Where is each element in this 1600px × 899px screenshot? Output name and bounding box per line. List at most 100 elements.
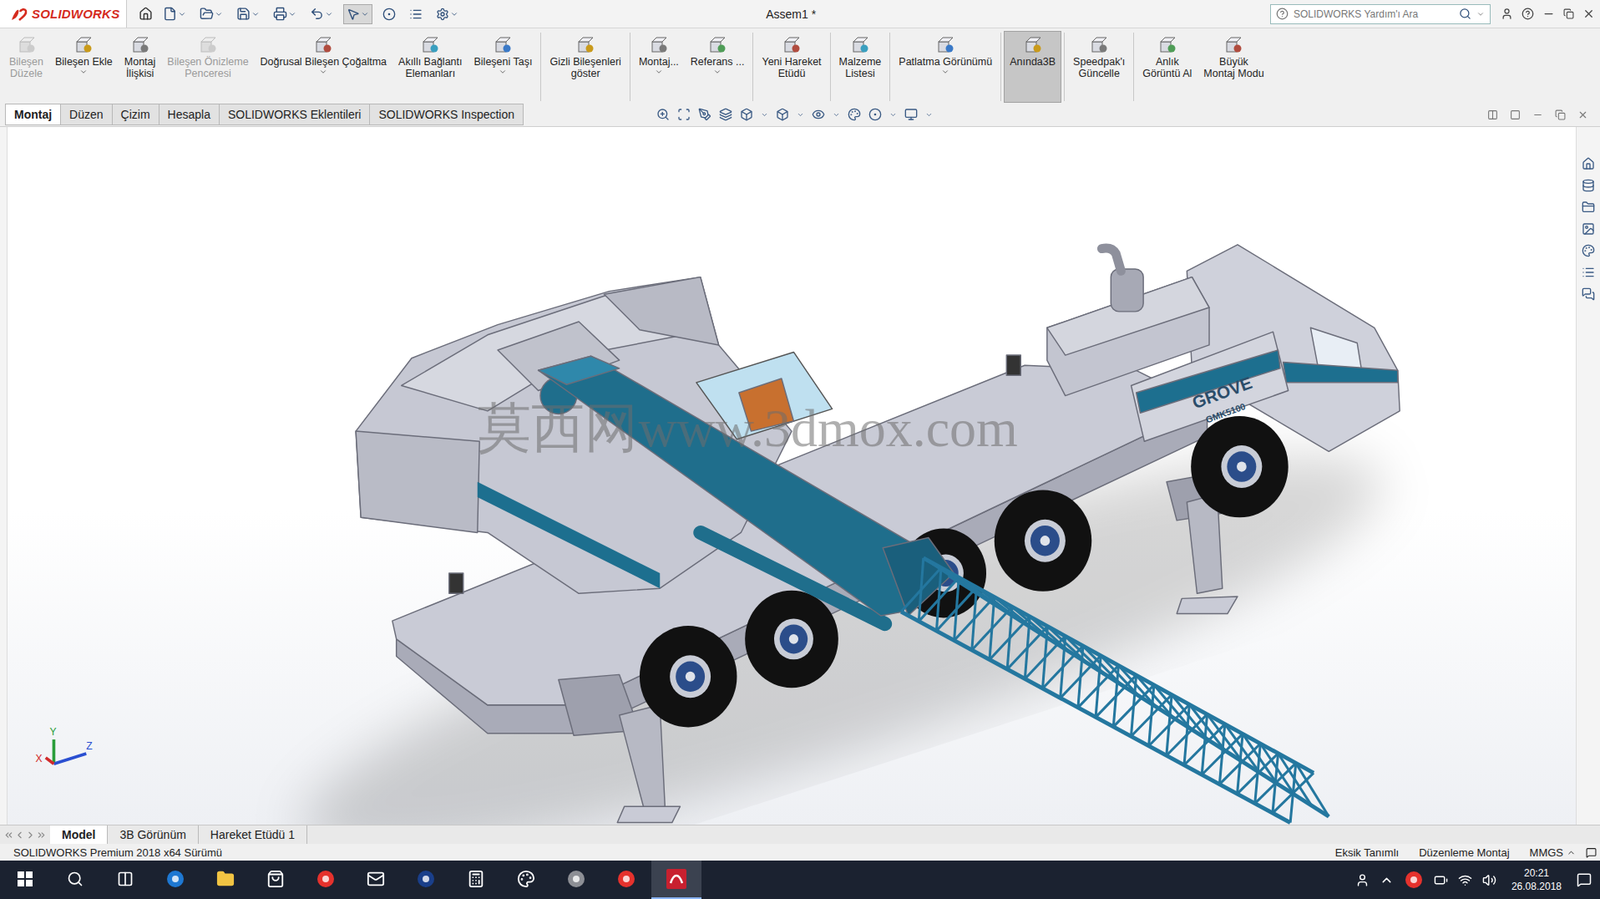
dropdown-icon[interactable] — [498, 67, 507, 76]
units-menu-icon[interactable] — [1566, 847, 1576, 857]
ribbon-button[interactable]: Patlatma Görünümü — [892, 30, 998, 103]
edge-button[interactable] — [150, 860, 201, 899]
solidworks-button[interactable] — [651, 860, 702, 899]
solidworks-task-icon[interactable] — [665, 867, 688, 890]
yandex-icon[interactable] — [315, 868, 336, 889]
scene-icon[interactable] — [868, 107, 882, 122]
windows-start-icon[interactable] — [17, 870, 33, 887]
ribbon-button[interactable]: Referans ... — [684, 30, 751, 103]
volume-icon[interactable] — [1482, 872, 1497, 887]
mail-icon[interactable] — [366, 869, 385, 888]
media-button[interactable] — [551, 860, 602, 899]
bottom-tab[interactable]: Hareket Etüdü 1 — [198, 825, 308, 844]
home-icon[interactable] — [138, 6, 153, 21]
dropdown-icon[interactable] — [177, 10, 187, 19]
options-button[interactable] — [432, 4, 462, 25]
task-view-icon[interactable] — [116, 870, 134, 887]
3d-viewport[interactable]: GROVEGMK5100XYZ莫西网www.3dmox.com — [7, 126, 1576, 825]
media-icon[interactable] — [566, 868, 587, 889]
resources-icon[interactable] — [1581, 156, 1595, 171]
printer-icon[interactable] — [273, 6, 288, 21]
print-button[interactable] — [269, 3, 300, 25]
ribbon-button[interactable]: Akıllı BağlantıElemanları — [392, 30, 468, 103]
appearances-icon[interactable] — [1581, 243, 1595, 258]
dropdown-icon[interactable] — [214, 10, 223, 19]
dropdown-icon[interactable] — [360, 10, 370, 19]
ribbon-button[interactable]: Doğrusal Bileşen Çoğaltma — [254, 30, 393, 103]
forum-icon[interactable] — [1581, 287, 1595, 301]
ribbon-button[interactable]: Bileşeni Taşı — [468, 30, 539, 103]
status-item[interactable]: Düzenleme Montaj — [1408, 845, 1519, 859]
undo-button[interactable] — [306, 3, 337, 25]
clock[interactable]: 20:2126.08.2018 — [1506, 865, 1567, 893]
view-settings-icon[interactable] — [904, 107, 918, 122]
ribbon-button[interactable]: Gizli Bileşenlerigöster — [543, 30, 627, 103]
first-tab-icon[interactable] — [3, 829, 15, 841]
custom-properties-icon[interactable] — [1581, 265, 1595, 279]
help-search[interactable]: SOLIDWORKS Yardım'ı Ara — [1270, 4, 1491, 25]
dropdown-icon[interactable] — [925, 111, 933, 119]
ribbon-button[interactable]: Speedpak'ıGüncelle — [1067, 30, 1131, 103]
dropdown-icon[interactable] — [760, 111, 769, 119]
dropdown-icon[interactable] — [79, 67, 88, 76]
dropdown-icon[interactable] — [832, 111, 841, 119]
bottom-tab[interactable]: 3B Görünüm — [107, 825, 198, 844]
ribbon-button[interactable]: Bileşen ÖnizlemePenceresi — [161, 30, 254, 103]
dropdown-icon[interactable] — [251, 10, 260, 19]
ribbon-button[interactable]: Montajİlişkisi — [118, 30, 163, 103]
bottom-tab[interactable]: Model — [50, 825, 108, 844]
calculator-icon[interactable] — [466, 869, 486, 888]
battery-icon[interactable] — [1433, 872, 1449, 887]
command-tab[interactable]: SOLIDWORKS Inspection — [369, 103, 524, 126]
file-props-button[interactable] — [405, 4, 426, 25]
command-tab[interactable]: Montaj — [5, 103, 61, 126]
ribbon-button[interactable]: BüyükMontaj Modu — [1197, 30, 1270, 103]
view-orientation-icon[interactable] — [739, 107, 754, 122]
rebuild-icon[interactable] — [382, 7, 396, 21]
app-button[interactable] — [400, 860, 451, 899]
edge-icon[interactable] — [165, 868, 186, 889]
folder-icon[interactable] — [216, 869, 235, 888]
dropdown-icon[interactable] — [288, 10, 297, 19]
save-button[interactable] — [232, 3, 264, 25]
status-item[interactable]: MMGS — [1519, 845, 1586, 859]
open-button[interactable] — [196, 3, 227, 25]
wifi-icon[interactable] — [1458, 872, 1473, 887]
command-tab[interactable]: SOLIDWORKS Eklentileri — [218, 103, 370, 126]
dropdown-icon[interactable] — [713, 67, 722, 76]
ribbon-button[interactable]: BileşenDüzele — [3, 30, 50, 103]
command-tab[interactable]: Çizim — [111, 103, 160, 126]
app-logo[interactable]: SOLIDWORKS — [0, 0, 127, 28]
section-view-icon[interactable] — [718, 107, 733, 122]
open-folder-icon[interactable] — [199, 6, 214, 21]
undo-icon[interactable] — [309, 6, 325, 21]
explorer-button[interactable] — [200, 860, 251, 899]
new-file-icon[interactable] — [162, 6, 178, 21]
file-properties-icon[interactable] — [409, 7, 423, 21]
ribbon-button[interactable]: Bileşen Ekle — [49, 30, 119, 103]
dropdown-icon[interactable] — [889, 111, 897, 119]
dropdown-icon[interactable] — [941, 67, 950, 76]
view-palette-icon[interactable] — [1581, 222, 1595, 236]
appearance-icon[interactable] — [847, 107, 861, 122]
search-icon[interactable] — [66, 870, 84, 887]
crane-model[interactable]: GROVEGMK5100XYZ — [7, 126, 1576, 825]
hide-show-icon[interactable] — [811, 107, 826, 122]
search-button[interactable] — [50, 860, 101, 899]
viewport-close-icon[interactable] — [1577, 109, 1589, 121]
tile-icon[interactable] — [1509, 109, 1521, 121]
browser-button[interactable] — [601, 860, 652, 899]
store-icon[interactable] — [266, 869, 285, 888]
new-button[interactable] — [159, 3, 190, 25]
dropdown-icon[interactable] — [654, 67, 664, 76]
user-icon[interactable] — [1500, 7, 1514, 21]
task-view-button[interactable] — [100, 860, 151, 899]
dropdown-icon[interactable] — [450, 10, 459, 19]
viewport-minimize-icon[interactable] — [1532, 109, 1544, 121]
previous-view-icon[interactable] — [698, 107, 712, 122]
command-tab[interactable]: Hesapla — [158, 103, 220, 126]
paint-button[interactable] — [501, 860, 552, 899]
ribbon-button[interactable]: Montaj... — [632, 30, 685, 103]
dropdown-icon[interactable] — [318, 67, 328, 76]
ribbon-button[interactable]: MalzemeListesi — [833, 30, 888, 103]
